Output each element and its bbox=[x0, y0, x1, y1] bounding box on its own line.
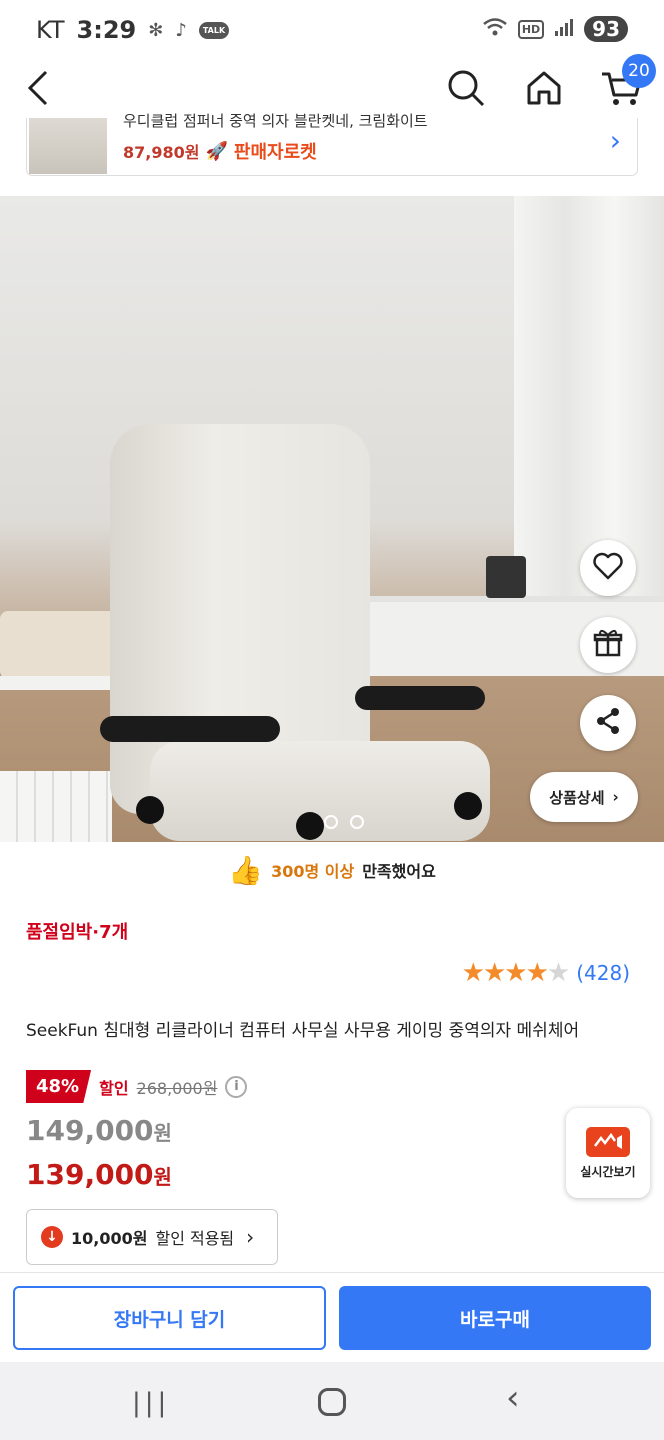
tiktok-icon: ♪ bbox=[175, 19, 187, 41]
carrier-label: KT bbox=[36, 16, 65, 44]
hero-mug bbox=[486, 556, 526, 598]
battery-indicator: 93 bbox=[584, 16, 628, 42]
hero-books bbox=[0, 771, 112, 842]
carousel-dot[interactable] bbox=[324, 815, 338, 829]
satisfaction-banner: 👍 300명 이상 만족했어요 bbox=[0, 848, 664, 892]
system-navigation-bar: ||| ‹ bbox=[0, 1362, 664, 1440]
status-bar: KT 3:29 ✻ ♪ TALK HD 93 bbox=[0, 0, 664, 60]
product-detail-label: 상품상세 bbox=[549, 788, 605, 807]
home-button-icon[interactable] bbox=[318, 1388, 346, 1416]
currency-label: 원 bbox=[153, 1165, 172, 1189]
share-icon bbox=[593, 706, 623, 740]
thumbs-up-icon: 👍 bbox=[228, 853, 264, 887]
live-camera-icon bbox=[586, 1126, 630, 1157]
discount-rate-badge: 48% bbox=[26, 1070, 92, 1103]
coupon-amount: 10,000원 bbox=[71, 1229, 148, 1248]
info-icon[interactable]: i bbox=[225, 1075, 248, 1098]
signal-icon bbox=[554, 17, 574, 42]
coupon-applied-chip[interactable]: ↓ 10,000원 할인 적용됨 › bbox=[26, 1209, 278, 1265]
review-count[interactable]: (428) bbox=[576, 961, 630, 985]
product-image-carousel[interactable] bbox=[0, 196, 664, 842]
clock: 3:29 bbox=[76, 16, 137, 44]
currency-label: 원 bbox=[153, 1121, 172, 1145]
coupon-text: 할인 적용됨 bbox=[155, 1229, 235, 1248]
seller-rocket-badge: 판매자로켓 bbox=[233, 142, 317, 163]
buy-now-button[interactable]: 바로구매 bbox=[339, 1286, 651, 1350]
final-price: 139,000원 bbox=[26, 1158, 172, 1191]
related-product-price: 87,980원 bbox=[123, 143, 200, 162]
arrow-down-icon: ↓ bbox=[41, 1226, 63, 1248]
product-detail-button[interactable]: 상품상세 › bbox=[530, 772, 638, 822]
discount-label: 할인 bbox=[99, 1078, 129, 1098]
rating-row[interactable]: ★★★★★ (428) bbox=[462, 958, 630, 988]
carousel-dot[interactable] bbox=[350, 815, 364, 829]
status-right: HD 93 bbox=[482, 16, 628, 42]
cart-count-badge: 20 bbox=[622, 54, 656, 88]
chevron-right-icon: › bbox=[609, 124, 621, 157]
wifi-icon bbox=[482, 17, 508, 42]
satisfaction-highlight: 300명 이상 bbox=[271, 862, 355, 881]
related-product-thumbnail bbox=[29, 118, 107, 174]
original-price: 268,000원 bbox=[136, 1078, 218, 1098]
hero-blanket bbox=[0, 611, 120, 679]
share-button[interactable] bbox=[580, 695, 636, 751]
live-view-label: 실시간보기 bbox=[580, 1164, 636, 1179]
price-before-coupon-value: 149,000 bbox=[26, 1114, 154, 1147]
final-price-value: 139,000 bbox=[26, 1158, 154, 1191]
chair-armrest-left bbox=[100, 716, 280, 742]
wishlist-button[interactable] bbox=[580, 540, 636, 596]
star-rating-icon: ★★★★★ bbox=[461, 958, 571, 988]
price-before-coupon: 149,000원 bbox=[26, 1114, 172, 1147]
kakaotalk-icon: TALK bbox=[198, 21, 230, 39]
chair-armrest-right bbox=[355, 686, 485, 710]
hd-voice-icon: HD bbox=[517, 19, 545, 39]
chair-wheel bbox=[454, 792, 482, 820]
chevron-right-icon: › bbox=[612, 788, 619, 806]
chevron-right-icon: › bbox=[246, 1225, 255, 1249]
back-icon[interactable] bbox=[22, 68, 62, 108]
related-product-banner[interactable]: 우디클럽 점퍼너 중역 의자 블란켓네, 크림화이트 87,980원 🚀 판매자… bbox=[26, 112, 638, 176]
satisfaction-text: 만족했어요 bbox=[362, 862, 436, 881]
gift-icon bbox=[593, 628, 623, 662]
heart-icon bbox=[592, 551, 624, 585]
chair-wheel bbox=[296, 812, 324, 840]
home-icon[interactable] bbox=[524, 68, 564, 108]
discount-row: 48% 할인 268,000원 i bbox=[26, 1070, 248, 1103]
add-to-cart-button[interactable]: 장바구니 담기 bbox=[13, 1286, 326, 1350]
live-view-button[interactable]: 실시간보기 bbox=[566, 1108, 650, 1198]
search-icon[interactable] bbox=[446, 68, 486, 108]
stock-notice: 품절임박·7개 bbox=[26, 922, 129, 943]
related-product-price-row: 87,980원 🚀 판매자로켓 bbox=[123, 138, 317, 164]
purchase-action-bar: 장바구니 담기 바로구매 bbox=[0, 1272, 664, 1362]
product-title: SeekFun 침대형 리클라이너 컴퓨터 사무실 사무용 게이밍 중역의자 메… bbox=[26, 1021, 580, 1041]
status-left: KT 3:29 ✻ ♪ TALK bbox=[36, 16, 230, 44]
rocket-icon: 🚀 bbox=[205, 140, 228, 162]
network-icon: ✻ bbox=[148, 19, 164, 41]
recent-apps-icon[interactable]: ||| bbox=[132, 1388, 170, 1418]
gift-button[interactable] bbox=[580, 617, 636, 673]
related-product-title: 우디클럽 점퍼너 중역 의자 블란켓네, 크림화이트 bbox=[123, 112, 428, 130]
system-back-icon[interactable]: ‹ bbox=[506, 1378, 520, 1418]
chair-wheel bbox=[136, 796, 164, 824]
